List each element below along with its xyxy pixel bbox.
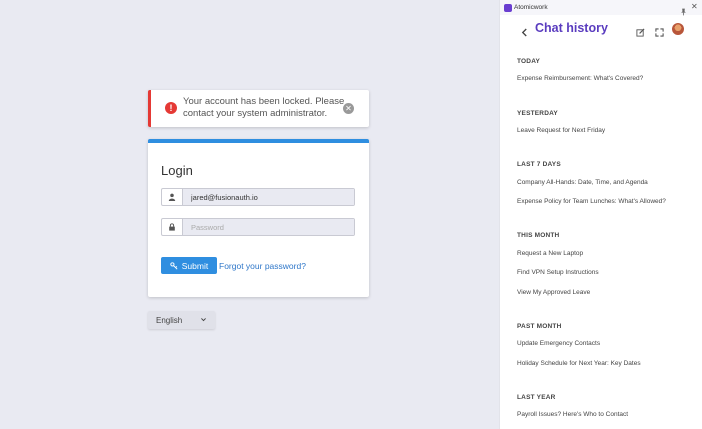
- close-panel-icon[interactable]: ✕: [691, 2, 698, 11]
- key-icon: [170, 261, 178, 270]
- chat-history-item[interactable]: Find VPN Setup Instructions: [517, 269, 599, 276]
- chat-history-item[interactable]: Company All-Hands: Date, Time, and Agend…: [517, 179, 648, 186]
- account-locked-alert: ! Your account has been locked. Please c…: [148, 90, 369, 127]
- language-value: English: [156, 316, 183, 325]
- password-input[interactable]: [183, 219, 354, 235]
- atomicwork-logo-icon: [504, 4, 512, 12]
- back-arrow-icon[interactable]: [521, 24, 528, 42]
- chat-history-item[interactable]: Request a New Laptop: [517, 250, 583, 257]
- section-heading-today: TODAY: [517, 58, 541, 65]
- forgot-password-link[interactable]: Forgot your password?: [219, 261, 306, 271]
- close-icon[interactable]: ✕: [343, 103, 354, 114]
- panel-topbar: Atomicwork ✕: [500, 0, 702, 16]
- chat-history-item[interactable]: Expense Reimbursement: What's Covered?: [517, 75, 643, 82]
- expand-icon[interactable]: [655, 24, 664, 42]
- section-heading-past-month: PAST MONTH: [517, 323, 562, 330]
- section-heading-last-7-days: LAST 7 DAYS: [517, 161, 561, 168]
- user-icon: [162, 189, 183, 205]
- login-title: Login: [161, 163, 193, 178]
- panel-header: Chat history: [500, 15, 702, 43]
- chevron-down-icon: [200, 316, 207, 325]
- error-icon: !: [165, 102, 177, 114]
- section-heading-last-year: LAST YEAR: [517, 394, 556, 401]
- chat-history-item[interactable]: Payroll Issues? Here's Who to Contact: [517, 411, 628, 418]
- new-chat-edit-icon[interactable]: [636, 24, 645, 42]
- avatar[interactable]: [672, 23, 684, 35]
- panel-title: Chat history: [535, 21, 608, 35]
- email-field: [161, 188, 355, 206]
- chat-history-item[interactable]: Update Emergency Contacts: [517, 340, 600, 347]
- section-heading-yesterday: YESTERDAY: [517, 110, 558, 117]
- chat-history-item[interactable]: Leave Request for Next Friday: [517, 127, 605, 134]
- app-name: Atomicwork: [514, 4, 548, 11]
- chat-history-item[interactable]: View My Approved Leave: [517, 289, 590, 296]
- chat-history-panel: Atomicwork ✕ Chat history TODAY Expense …: [499, 0, 702, 429]
- lock-icon: [162, 219, 183, 235]
- section-heading-this-month: THIS MONTH: [517, 232, 560, 239]
- chat-history-item[interactable]: Expense Policy for Team Lunches: What's …: [517, 198, 666, 205]
- email-input[interactable]: [183, 189, 354, 205]
- submit-button[interactable]: Submit: [161, 257, 217, 274]
- alert-message: Your account has been locked. Please con…: [183, 96, 345, 119]
- login-card: Login Submit Forgot your password?: [148, 139, 369, 297]
- submit-label: Submit: [181, 260, 209, 271]
- language-select[interactable]: English: [148, 311, 215, 329]
- chat-history-item[interactable]: Holiday Schedule for Next Year: Key Date…: [517, 360, 641, 367]
- password-field: [161, 218, 355, 236]
